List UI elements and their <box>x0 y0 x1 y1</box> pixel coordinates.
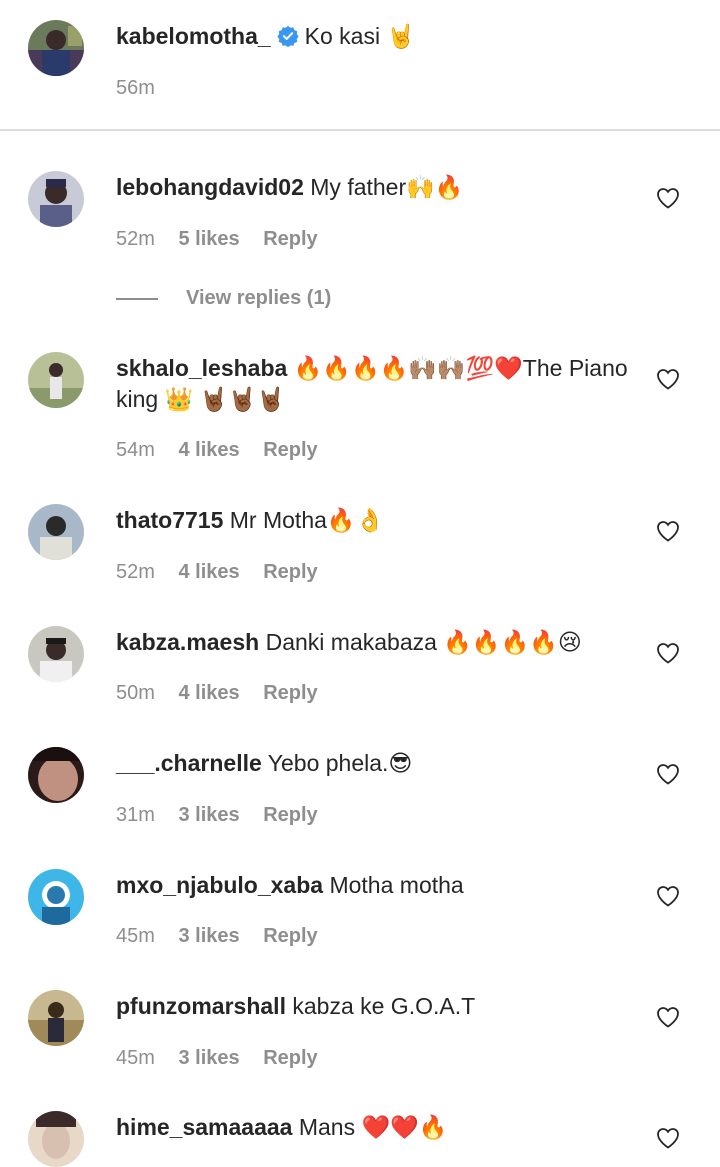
comment-username[interactable]: pfunzomarshall <box>116 993 286 1019</box>
comment-username[interactable]: hime_samaaaaa <box>116 1114 292 1140</box>
caption-text: Ko kasi 🤘 <box>304 23 416 49</box>
heart-outline-icon[interactable] <box>656 520 680 542</box>
reply-button[interactable]: Reply <box>263 804 317 826</box>
avatar[interactable] <box>28 504 84 560</box>
comment-likes[interactable]: 4 likes <box>178 561 239 583</box>
avatar-image <box>28 626 84 682</box>
comment-likes[interactable]: 3 likes <box>178 1047 239 1069</box>
comment-text: Mans ❤️❤️🔥 <box>298 1114 448 1140</box>
comment-meta: 45m 3 likes Reply <box>116 1046 336 1070</box>
avatar[interactable] <box>28 352 84 408</box>
comment-text: Danki makabaza 🔥🔥🔥🔥😢 <box>265 629 582 655</box>
comment-text-line: lebohangdavid02 My father🙌🔥 <box>116 172 646 203</box>
avatar-image <box>28 990 84 1046</box>
avatar-image <box>28 352 84 408</box>
comment-username[interactable]: mxo_njabulo_xaba <box>116 872 323 898</box>
avatar[interactable] <box>28 1111 84 1167</box>
comment-meta: 45m 3 likes Reply <box>116 924 336 948</box>
avatar-image <box>28 1111 84 1167</box>
heart-outline-icon[interactable] <box>656 1127 680 1149</box>
reply-button[interactable]: Reply <box>263 682 317 704</box>
avatar[interactable] <box>28 747 84 803</box>
comment-username[interactable]: ___.charnelle <box>116 750 262 776</box>
comment-likes[interactable]: 3 likes <box>178 804 239 826</box>
comment-text: kabza ke G.O.A.T <box>292 993 476 1019</box>
comment-time: 54m <box>116 439 155 461</box>
caption-meta: 56m <box>116 76 173 100</box>
comment-text-line: kabza.maesh Danki makabaza 🔥🔥🔥🔥😢 <box>116 627 646 658</box>
reply-button[interactable]: Reply <box>263 439 317 461</box>
comment-meta: 52m 5 likes Reply <box>116 227 336 251</box>
comment-meta: 50m 4 likes Reply <box>116 681 336 705</box>
reply-button[interactable]: Reply <box>263 228 317 250</box>
reply-button[interactable]: Reply <box>263 925 317 947</box>
comment-text-line: skhalo_leshaba 🔥🔥🔥🔥🙌🏽🙌🏽💯❤️The Piano king… <box>116 353 646 415</box>
caption-username[interactable]: kabelomotha_ <box>116 23 271 49</box>
verified-badge-icon <box>277 24 299 55</box>
heart-outline-icon[interactable] <box>656 187 680 209</box>
comment-time: 45m <box>116 925 155 947</box>
heart-outline-icon[interactable] <box>656 368 680 390</box>
comment-text-line: pfunzomarshall kabza ke G.O.A.T <box>116 991 646 1022</box>
avatar[interactable] <box>28 171 84 227</box>
comment-likes[interactable]: 5 likes <box>178 228 239 250</box>
comment-time: 52m <box>116 561 155 583</box>
avatar[interactable] <box>28 990 84 1046</box>
comment-text-line: mxo_njabulo_xaba Motha motha <box>116 870 646 901</box>
avatar-image <box>28 20 84 76</box>
comment-meta: 52m 4 likes Reply <box>116 560 336 584</box>
post-caption: kabelomotha_ Ko kasi 🤘 56m <box>0 0 720 129</box>
comment-username[interactable]: skhalo_leshaba <box>116 355 287 381</box>
comment-time: 45m <box>116 1047 155 1069</box>
avatar[interactable] <box>28 869 84 925</box>
comment-text-line: ___.charnelle Yebo phela.😎 <box>116 748 646 779</box>
comment-username[interactable]: thato7715 <box>116 507 223 533</box>
heart-outline-icon[interactable] <box>656 1006 680 1028</box>
divider <box>0 129 720 131</box>
comment-text: Mr Motha🔥👌 <box>229 507 385 533</box>
comment-time: 31m <box>116 804 155 826</box>
avatar[interactable] <box>28 20 84 76</box>
comment-username[interactable]: lebohangdavid02 <box>116 174 304 200</box>
comment-text: My father🙌🔥 <box>310 174 464 200</box>
comment-likes[interactable]: 4 likes <box>178 682 239 704</box>
comment-text-line: hime_samaaaaa Mans ❤️❤️🔥 <box>116 1112 646 1143</box>
caption-time: 56m <box>116 77 155 99</box>
comment-text: Motha motha <box>329 872 464 898</box>
avatar-image <box>28 869 84 925</box>
caption-text-line: kabelomotha_ Ko kasi 🤘 <box>116 21 646 55</box>
avatar-image <box>28 747 84 803</box>
comment-meta: 54m 4 likes Reply <box>116 438 336 462</box>
comment-time: 50m <box>116 682 155 704</box>
view-replies-button[interactable]: View replies (1) <box>116 286 331 310</box>
comment-likes[interactable]: 3 likes <box>178 925 239 947</box>
comment-meta: 31m 3 likes Reply <box>116 803 336 827</box>
heart-outline-icon[interactable] <box>656 642 680 664</box>
comment-text: Yebo phela.😎 <box>267 750 413 776</box>
reply-button[interactable]: Reply <box>263 1047 317 1069</box>
comment-likes[interactable]: 4 likes <box>178 439 239 461</box>
view-replies-line <box>116 297 158 300</box>
comment-text-line: thato7715 Mr Motha🔥👌 <box>116 505 646 536</box>
comment-username[interactable]: kabza.maesh <box>116 629 259 655</box>
comment-time: 52m <box>116 228 155 250</box>
view-replies-label: View replies (1) <box>186 287 332 309</box>
avatar-image <box>28 504 84 560</box>
heart-outline-icon[interactable] <box>656 763 680 785</box>
reply-button[interactable]: Reply <box>263 561 317 583</box>
heart-outline-icon[interactable] <box>656 885 680 907</box>
avatar-image <box>28 171 84 227</box>
avatar[interactable] <box>28 626 84 682</box>
